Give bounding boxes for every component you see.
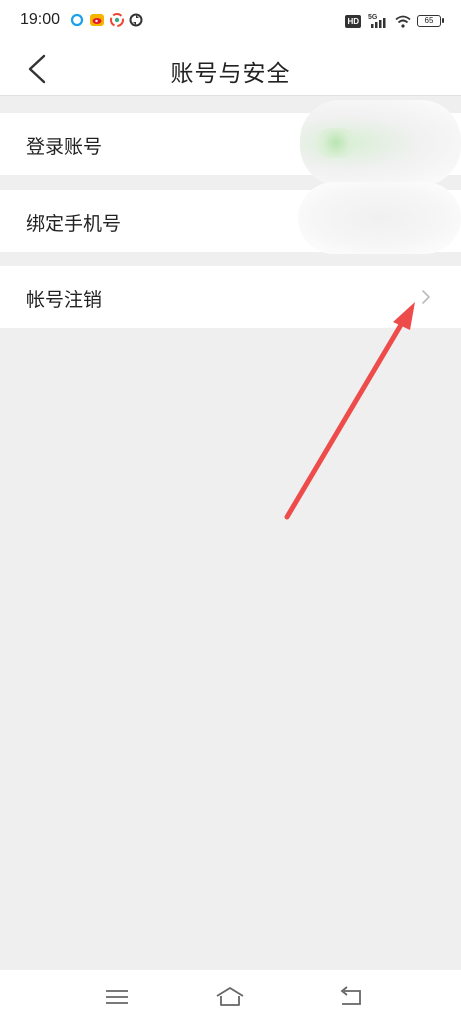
cancel-account-label: 帐号注销	[26, 289, 103, 311]
app-icon	[110, 13, 124, 27]
status-time: 19:00	[20, 11, 61, 28]
wifi-icon	[395, 15, 411, 28]
hd-icon: HD	[345, 14, 361, 28]
signal-5g-icon: 5G	[368, 14, 386, 28]
home-button[interactable]	[215, 984, 245, 1010]
weibo-icon	[90, 14, 104, 26]
system-navigation-bar	[0, 970, 461, 1024]
bind-phone-value-blurred	[298, 182, 461, 254]
svg-text:5G: 5G	[368, 14, 378, 21]
notification-app-icon	[70, 13, 84, 27]
login-account-avatar-blurred	[316, 128, 356, 158]
menu-icon	[106, 990, 128, 1004]
battery-icon: 65	[417, 15, 444, 27]
cancel-account-row[interactable]: 帐号注销	[0, 266, 461, 328]
status-system-icons: HD 5G 65	[345, 13, 444, 29]
home-icon	[216, 987, 244, 1006]
status-notification-icons	[70, 13, 143, 27]
menu-button[interactable]	[102, 984, 132, 1010]
status-bar: 19:00 HD 5G 65	[0, 0, 461, 42]
page-title: 账号与安全	[170, 61, 291, 87]
bind-phone-label: 绑定手机号	[26, 213, 122, 235]
login-account-label: 登录账号	[26, 136, 103, 158]
sync-icon	[129, 13, 143, 27]
navigation-bar: 账号与安全	[0, 42, 461, 96]
back-icon	[340, 986, 361, 1005]
system-back-button[interactable]	[336, 984, 366, 1010]
chevron-right-icon	[422, 290, 430, 304]
